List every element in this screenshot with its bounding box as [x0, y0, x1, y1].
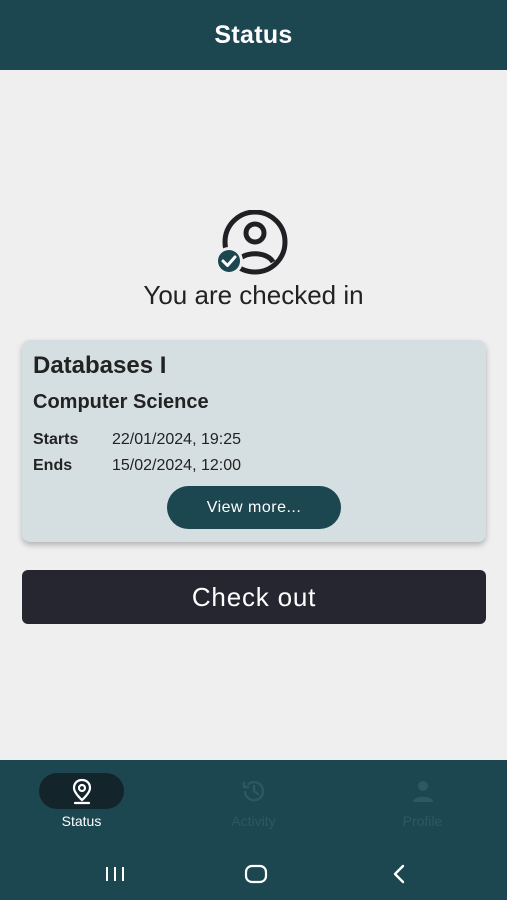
history-icon [169, 777, 338, 805]
view-more-button[interactable]: View more... [167, 486, 341, 529]
session-card: Databases I Computer Science Starts 22/0… [22, 340, 486, 542]
recent-apps-icon[interactable] [100, 860, 130, 888]
end-value: 15/02/2024, 12:00 [112, 457, 242, 474]
start-label: Starts [33, 431, 79, 448]
system-navigation-bar [0, 848, 507, 900]
nav-label-status: Status [61, 813, 102, 829]
nav-item-profile[interactable]: Profile [338, 760, 507, 848]
check-out-button[interactable]: Check out [22, 570, 486, 624]
checked-in-user-icon [213, 209, 293, 276]
start-value: 22/01/2024, 19:25 [112, 431, 242, 448]
bottom-navigation: Status Activity Profile [0, 760, 507, 848]
start-row: Starts 22/01/2024, 19:25 [33, 431, 241, 449]
nav-label-activity: Activity [231, 813, 276, 829]
page-title: Status [214, 20, 293, 49]
person-icon [338, 777, 507, 805]
course-department: Computer Science [33, 391, 209, 413]
nav-label-profile: Profile [402, 813, 443, 829]
end-row: Ends 15/02/2024, 12:00 [33, 457, 241, 475]
back-icon[interactable] [384, 860, 414, 888]
course-title: Databases I [33, 352, 167, 379]
nav-item-activity[interactable]: Activity [169, 760, 338, 848]
app-bar: Status [0, 0, 507, 70]
home-icon[interactable] [241, 860, 271, 888]
nav-item-status[interactable]: Status [0, 760, 169, 848]
checked-in-message: You are checked in [143, 280, 364, 310]
location-pin-icon [0, 777, 166, 805]
end-label: Ends [33, 457, 73, 474]
